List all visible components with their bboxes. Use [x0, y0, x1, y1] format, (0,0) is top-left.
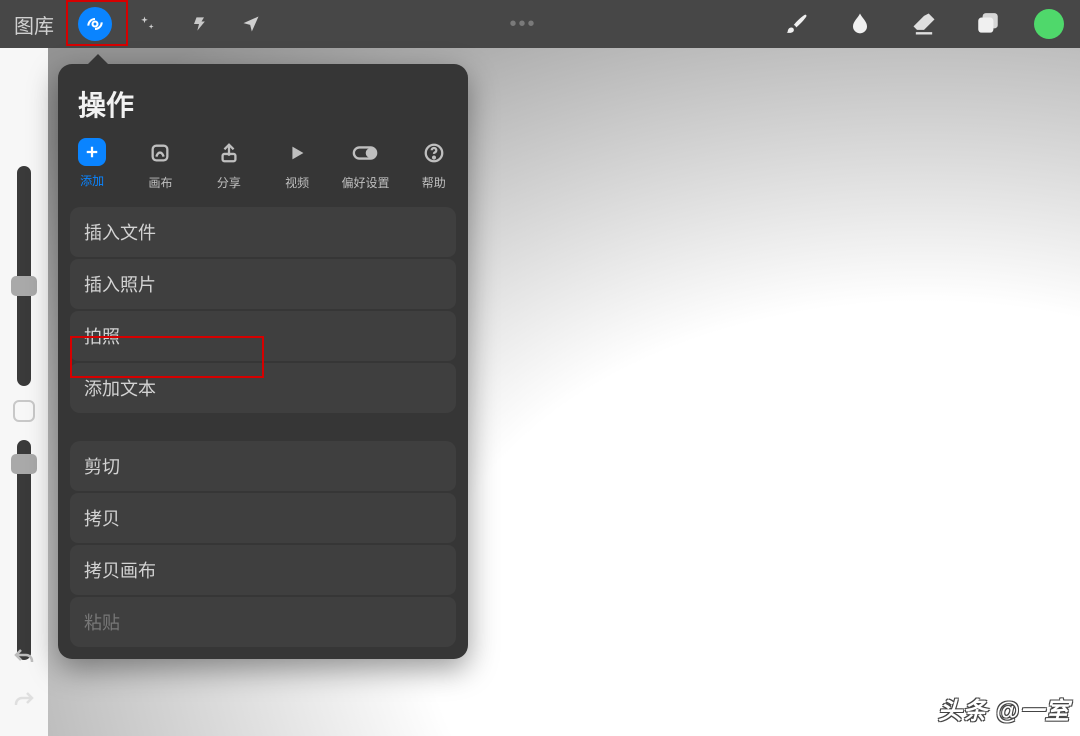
tab-prefs[interactable]: 偏好设置 [335, 138, 395, 191]
menu-insert-file[interactable]: 插入文件 [70, 207, 456, 257]
plus-icon [78, 138, 106, 166]
toolbar-right [778, 6, 1072, 42]
tab-canvas[interactable]: 画布 [130, 138, 190, 191]
tab-help[interactable]: 帮助 [404, 138, 464, 191]
play-icon [282, 138, 312, 168]
toolbar-left: 图库 [8, 7, 268, 41]
menu-group-insert: 插入文件 插入照片 拍照 添加文本 [58, 207, 468, 425]
transform-button[interactable] [234, 7, 268, 41]
tab-help-label: 帮助 [422, 174, 446, 191]
menu-copy[interactable]: 拷贝 [70, 493, 456, 543]
tab-video-label: 视频 [285, 174, 309, 191]
actions-popover: 操作 添加 画布 分享 视频 [58, 64, 468, 659]
watermark-text: 头条 @一室 [938, 691, 1070, 726]
brush-tool-icon[interactable] [778, 6, 814, 42]
brush-opacity-slider[interactable] [17, 440, 31, 660]
popover-arrow [86, 54, 110, 66]
help-icon [419, 138, 449, 168]
popover-tab-row: 添加 画布 分享 视频 偏好设置 [58, 134, 468, 205]
smudge-tool-icon[interactable] [842, 6, 878, 42]
toolbar-center: ••• [268, 13, 778, 36]
menu-group-clipboard: 剪切 拷贝 拷贝画布 粘贴 [58, 441, 468, 659]
tab-share[interactable]: 分享 [199, 138, 259, 191]
brush-size-slider[interactable] [17, 166, 31, 386]
tab-add[interactable]: 添加 [62, 138, 122, 191]
brush-opacity-thumb[interactable] [11, 454, 37, 474]
eraser-tool-icon[interactable] [906, 6, 942, 42]
tab-add-label: 添加 [80, 172, 104, 189]
menu-copy-canvas[interactable]: 拷贝画布 [70, 545, 456, 595]
menu-cut[interactable]: 剪切 [70, 441, 456, 491]
canvas-icon [145, 138, 175, 168]
toggle-icon [350, 138, 380, 168]
popover-title: 操作 [58, 64, 468, 134]
tab-share-label: 分享 [217, 174, 241, 191]
actions-button[interactable] [78, 7, 112, 41]
menu-paste[interactable]: 粘贴 [70, 597, 456, 647]
menu-insert-photo[interactable]: 插入照片 [70, 259, 456, 309]
gallery-button[interactable]: 图库 [8, 10, 60, 39]
tab-prefs-label: 偏好设置 [341, 174, 389, 191]
side-toolbar [0, 166, 48, 660]
modify-menu-icon[interactable]: ••• [509, 13, 536, 36]
share-icon [214, 138, 244, 168]
menu-add-text[interactable]: 添加文本 [70, 363, 456, 413]
redo-button[interactable] [12, 689, 36, 718]
undo-redo-group [0, 646, 48, 718]
menu-gap [58, 425, 468, 439]
adjustments-button[interactable] [130, 7, 164, 41]
layers-icon[interactable] [970, 6, 1006, 42]
undo-button[interactable] [12, 646, 36, 675]
tab-video[interactable]: 视频 [267, 138, 327, 191]
brush-size-thumb[interactable] [11, 276, 37, 296]
top-toolbar: 图库 ••• [0, 0, 1080, 48]
tab-canvas-label: 画布 [148, 174, 172, 191]
color-picker-swatch[interactable] [1034, 9, 1064, 39]
menu-take-photo[interactable]: 拍照 [70, 311, 456, 361]
modify-button[interactable] [13, 400, 35, 422]
selection-button[interactable] [182, 7, 216, 41]
